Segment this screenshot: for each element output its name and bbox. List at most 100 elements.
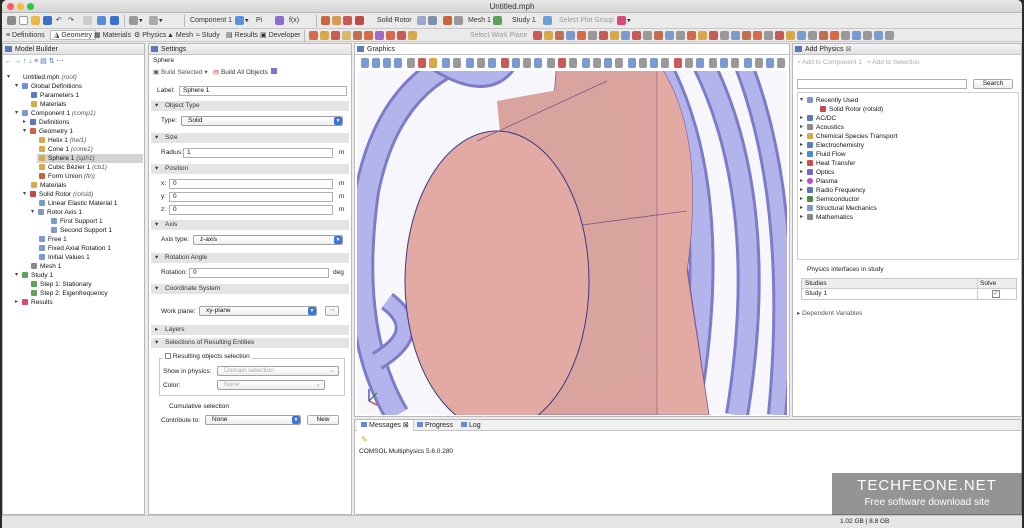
plot-icon[interactable]: ▾ <box>616 16 631 26</box>
selection-list-icon[interactable] <box>731 58 739 68</box>
transparency-icon[interactable] <box>593 58 601 68</box>
build-selected-button[interactable]: ▣ Build Selected ▾ <box>153 68 208 76</box>
selection-mode-icon[interactable] <box>558 58 566 68</box>
compute-icon[interactable] <box>542 16 553 26</box>
physics-item-recently-used[interactable]: ▾ Recently Used <box>800 96 858 105</box>
zoom-extents-icon[interactable] <box>394 58 402 68</box>
tree-node-mesh[interactable]: Mesh 1 <box>31 262 61 271</box>
tab-mesh[interactable]: ▲ Mesh <box>167 31 193 41</box>
select-edges-icon[interactable] <box>523 58 531 68</box>
section-selections[interactable]: ▾ Selections of Resulting Entities <box>151 338 349 348</box>
tree-node-component[interactable]: ▾ Component 1 (comp1) <box>15 109 96 118</box>
hide-icon[interactable] <box>547 58 555 68</box>
section-layers[interactable]: ▸ Layers <box>151 325 349 335</box>
lock-view-icon[interactable] <box>696 58 704 68</box>
section-size[interactable]: ▾ Size <box>151 133 349 143</box>
select-points-icon[interactable] <box>534 58 542 68</box>
solve-checkbox[interactable]: ✓ <box>992 290 1000 298</box>
add-to-selection-button[interactable]: + Add to Selection <box>867 59 920 66</box>
tree-node-first-support[interactable]: First Support 1 <box>51 217 103 226</box>
tree-node-rotor-axis[interactable]: ▾ Rotor Axis 1 <box>31 208 82 217</box>
study-compute-icon[interactable] <box>492 16 503 26</box>
tab-study[interactable]: ≈ Study <box>196 31 220 41</box>
plot-group-dropdown[interactable]: Select Plot Group <box>559 16 614 26</box>
section-position[interactable]: ▾ Position <box>151 164 349 174</box>
redo-icon[interactable]: ↷ <box>68 16 74 26</box>
open-file-icon[interactable] <box>30 16 41 26</box>
mesh-build-icon[interactable] <box>442 16 464 26</box>
physics-item-mathematics[interactable]: ▸ Mathematics <box>800 213 853 222</box>
type-select[interactable]: Solid ▼ <box>181 116 343 126</box>
dependent-variables-section[interactable]: ▸ Dependent Variables <box>797 309 862 317</box>
add-to-component-button[interactable]: + Add to Component 1 <box>797 59 862 66</box>
tree-node-fixed-axial[interactable]: Fixed Axial Rotation 1 <box>39 244 111 253</box>
go-to-source-button[interactable]: ↪ <box>325 306 339 316</box>
tree-node-free[interactable]: Free 1 <box>39 235 67 244</box>
z-input[interactable]: 0 <box>169 205 333 215</box>
physics-item-radio-frequency[interactable]: ▸ Radio Frequency <box>800 186 866 195</box>
labels-icon[interactable] <box>650 58 658 68</box>
tree-node-solid-rotor[interactable]: ▾ Solid Rotor (rotsld) <box>23 190 93 199</box>
grid-icon[interactable] <box>628 58 636 68</box>
tab-log[interactable]: Log <box>457 420 485 431</box>
tab-progress[interactable]: Progress <box>413 420 457 431</box>
scene-light-icon[interactable] <box>604 58 612 68</box>
functions-button[interactable]: f(x) <box>289 16 299 26</box>
tab-definitions[interactable]: ≡ Definitions <box>6 31 45 41</box>
select-icon[interactable] <box>418 58 426 68</box>
select-domains-icon[interactable] <box>501 58 509 68</box>
undo-icon[interactable]: ↶ <box>56 16 62 26</box>
x-input[interactable]: 0 <box>169 179 333 189</box>
physics-item-structural-mechanics[interactable]: ▸ Structural Mechanics <box>800 204 877 213</box>
multiphysics-icon[interactable] <box>416 16 438 26</box>
rotation-input[interactable]: 0 <box>189 268 329 278</box>
view-selected-icon[interactable] <box>720 58 728 68</box>
physics-item-solid-rotor[interactable]: Solid Rotor (rotsld) <box>820 105 883 114</box>
window-layout-icon[interactable] <box>96 16 107 26</box>
physics-item-acdc[interactable]: ▸ AC/DC <box>800 114 836 123</box>
y-input[interactable]: 0 <box>169 192 333 202</box>
view-dropdown-icon[interactable] <box>453 58 461 68</box>
method-icon[interactable]: ▾ <box>148 16 163 26</box>
section-axis[interactable]: ▾ Axis <box>151 220 349 230</box>
help-icon[interactable] <box>109 16 120 26</box>
x-view-icon[interactable] <box>466 58 474 68</box>
axis-type-select[interactable]: z-axis ▼ <box>193 235 343 245</box>
camera-icon[interactable] <box>755 58 763 68</box>
new-file-icon[interactable] <box>18 16 29 26</box>
axis-icon[interactable] <box>639 58 647 68</box>
application-builder-icon[interactable]: ▾ <box>128 16 143 26</box>
tree-node-initial-values[interactable]: Initial Values 1 <box>39 253 90 262</box>
graphics-canvas[interactable] <box>357 71 787 415</box>
geometry-ops-icons[interactable] <box>532 31 895 41</box>
tab-physics[interactable]: ⚙ Physics <box>134 31 166 41</box>
print-icon[interactable] <box>744 58 752 68</box>
section-object-type[interactable]: ▾ Object Type <box>151 101 349 111</box>
physics-item-heat-transfer[interactable]: ▸ Heat Transfer <box>800 159 855 168</box>
tree-node-global-materials[interactable]: Materials <box>31 100 66 109</box>
wireframe-icon[interactable] <box>582 58 590 68</box>
tab-geometry[interactable]: ◮ Geometry <box>50 30 97 40</box>
physics-item-plasma[interactable]: ▸ Plasma <box>800 177 838 186</box>
tree-node-sphere[interactable]: Sphere 1 (sph1) <box>37 154 143 163</box>
geometry-tools-icons[interactable] <box>308 31 418 41</box>
clear-messages-icon[interactable]: ✎ <box>361 435 368 444</box>
tree-node-step-stationary[interactable]: Step 1: Stationary <box>31 280 92 289</box>
section-rotation-angle[interactable]: ▾ Rotation Angle <box>151 253 349 263</box>
show-in-physics-select[interactable]: Domain selection ⌄ <box>217 366 339 376</box>
mesh-view-icon[interactable] <box>674 58 682 68</box>
physics-item-chemical-species[interactable]: ▸ Chemical Species Transport <box>800 132 897 141</box>
mesh-dropdown[interactable]: Mesh 1 <box>468 16 491 26</box>
work-plane-dropdown[interactable]: Select Work Plane <box>470 31 527 41</box>
save-icon[interactable] <box>42 16 53 26</box>
zoom-box-icon[interactable] <box>383 58 391 68</box>
view-icon[interactable] <box>429 58 437 68</box>
color-select[interactable]: None ⌄ <box>217 380 325 390</box>
component-dropdown[interactable]: Component 1 <box>190 16 232 26</box>
tree-node-second-support[interactable]: Second Support 1 <box>51 226 112 235</box>
physics-icon[interactable] <box>354 16 365 26</box>
physics-item-optics[interactable]: ▸ Optics <box>800 168 834 177</box>
physics-item-acoustics[interactable]: ▸ Acoustics <box>800 123 844 132</box>
measure-icon[interactable] <box>661 58 669 68</box>
close-icon[interactable]: ⊠ <box>845 46 851 53</box>
